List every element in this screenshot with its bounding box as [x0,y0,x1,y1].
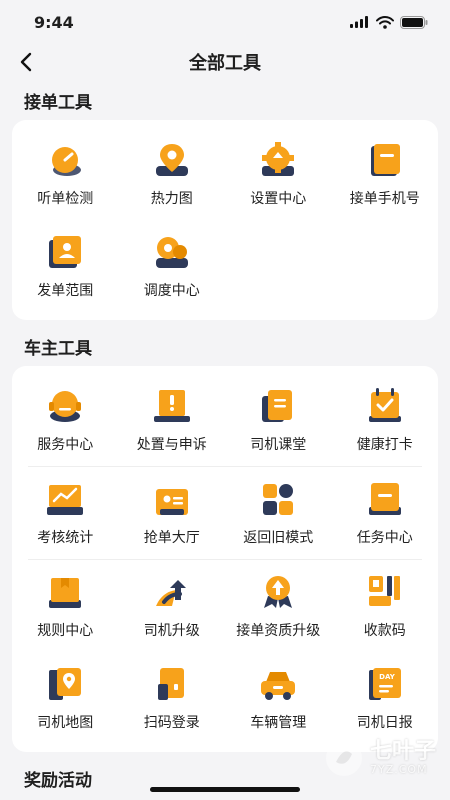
tool-label: 服务中心 [37,437,94,453]
tool-label: 规则中心 [37,623,94,639]
tool-label: 健康打卡 [356,437,413,453]
tool-card: 听单检测 热力图 设置中心 接单手机号发单范围 调度中心 [12,120,438,320]
tool-row: 服务中心 处置与申诉 司机课堂 健康打卡 [12,374,438,466]
map-icon [43,664,87,704]
tool-item[interactable]: 听单检测 [12,128,119,220]
hall-icon [150,479,194,519]
tool-item[interactable]: 司机升级 [119,560,226,652]
phone-card-icon [363,140,407,180]
tool-item[interactable]: 热力图 [119,128,226,220]
tool-label: 任务中心 [356,530,413,546]
qr-icon [363,572,407,612]
tool-item[interactable]: 司机地图 [12,652,119,744]
nav-bar: 全部工具 [0,44,450,80]
gauge-icon [43,140,87,180]
tool-item[interactable]: DAY 司机日报 [332,652,439,744]
daily-report-icon: DAY [363,664,407,704]
signal-icon [350,16,368,28]
tool-label: 接单手机号 [349,191,420,207]
tool-item[interactable]: 服务中心 [12,374,119,466]
tool-label: 处置与申诉 [136,437,207,453]
calendar-check-icon [363,386,407,426]
tool-row: 听单检测 热力图 设置中心 接单手机号 [12,128,438,220]
upgrade-icon [150,572,194,612]
tool-item[interactable]: 调度中心 [119,220,226,312]
status-time: 9:44 [34,12,74,32]
section-title: 接单工具 [24,92,92,113]
tool-row: 司机地图 扫码登录 车辆管理 DAY 司机日报 [12,652,438,744]
scan-login-icon [150,664,194,704]
map-pin-icon [150,140,194,180]
watermark-logo: 七叶子 7YZ.COM [324,738,436,778]
chart-board-icon [43,479,87,519]
watermark-name: 七叶子 [369,738,436,764]
tool-label: 扫码登录 [143,715,200,731]
wifi-icon [376,15,394,29]
tool-item[interactable]: 发单范围 [12,220,119,312]
car-icon [256,664,300,704]
dispatch-icon [150,232,194,272]
tool-label: 司机地图 [37,715,94,731]
tool-item[interactable]: 抢单大厅 [119,467,226,559]
rule-box-icon [43,572,87,612]
tool-label: 考核统计 [37,530,94,546]
tool-label: 司机升级 [143,623,200,639]
tool-label: 车辆管理 [250,715,307,731]
page-title: 全部工具 [189,53,261,74]
tool-item[interactable]: 处置与申诉 [119,374,226,466]
tool-item[interactable]: 考核统计 [12,467,119,559]
home-indicator[interactable] [150,787,300,792]
tool-label: 抢单大厅 [143,530,200,546]
tool-item[interactable]: 任务中心 [332,467,439,559]
alert-laptop-icon [150,386,194,426]
mode-icon [256,479,300,519]
tool-item[interactable]: 健康打卡 [332,374,439,466]
tool-label: 司机课堂 [250,437,307,453]
svg-text:DAY: DAY [379,673,396,681]
tool-row: 考核统计 抢单大厅 返回旧模式 任务中心 [12,467,438,559]
chevron-left-icon [20,52,32,72]
section-title: 车主工具 [24,338,92,359]
gear-icon [256,140,300,180]
book-icon [256,386,300,426]
tool-row: 发单范围 调度中心 [12,220,438,312]
tool-label: 发单范围 [37,283,94,299]
headset-icon [43,386,87,426]
watermark-site: 7YZ.COM [369,762,428,776]
tool-card: 服务中心 处置与申诉 司机课堂 健康打卡 考核统计 抢单大厅 返回旧模式 任务中心 规则中心 司机… [12,366,438,752]
leaf-logo-icon [325,740,362,776]
tool-item[interactable]: 设置中心 [225,128,332,220]
tool-item[interactable]: 规则中心 [12,560,119,652]
task-icon [363,479,407,519]
back-button[interactable] [14,50,38,74]
tool-label: 接单资质升级 [236,623,321,639]
tool-item[interactable]: 接单手机号 [332,128,439,220]
tool-item[interactable]: 车辆管理 [225,652,332,744]
battery-icon [400,15,428,29]
tool-label: 收款码 [363,623,406,639]
tool-item[interactable]: 收款码 [332,560,439,652]
tool-label: 听单检测 [37,191,94,207]
tool-label: 设置中心 [250,191,307,207]
tool-item[interactable]: 扫码登录 [119,652,226,744]
tool-item[interactable]: 返回旧模式 [225,467,332,559]
tool-label: 返回旧模式 [243,530,314,546]
badge-upgrade-icon [256,572,300,612]
tool-item[interactable]: 接单资质升级 [225,560,332,652]
tool-label: 热力图 [150,191,193,207]
tool-sections: 接单工具听单检测 热力图 设置中心 接单手机号发单范围 调度中心车主工具服务中心 处置与申… [0,80,450,798]
tool-row: 规则中心 司机升级 接单资质升级 收款码 [12,560,438,652]
range-icon [43,232,87,272]
tool-item[interactable]: 司机课堂 [225,374,332,466]
status-bar: 9:44 [0,0,450,44]
tool-label: 司机日报 [356,715,413,731]
tool-label: 调度中心 [143,283,200,299]
